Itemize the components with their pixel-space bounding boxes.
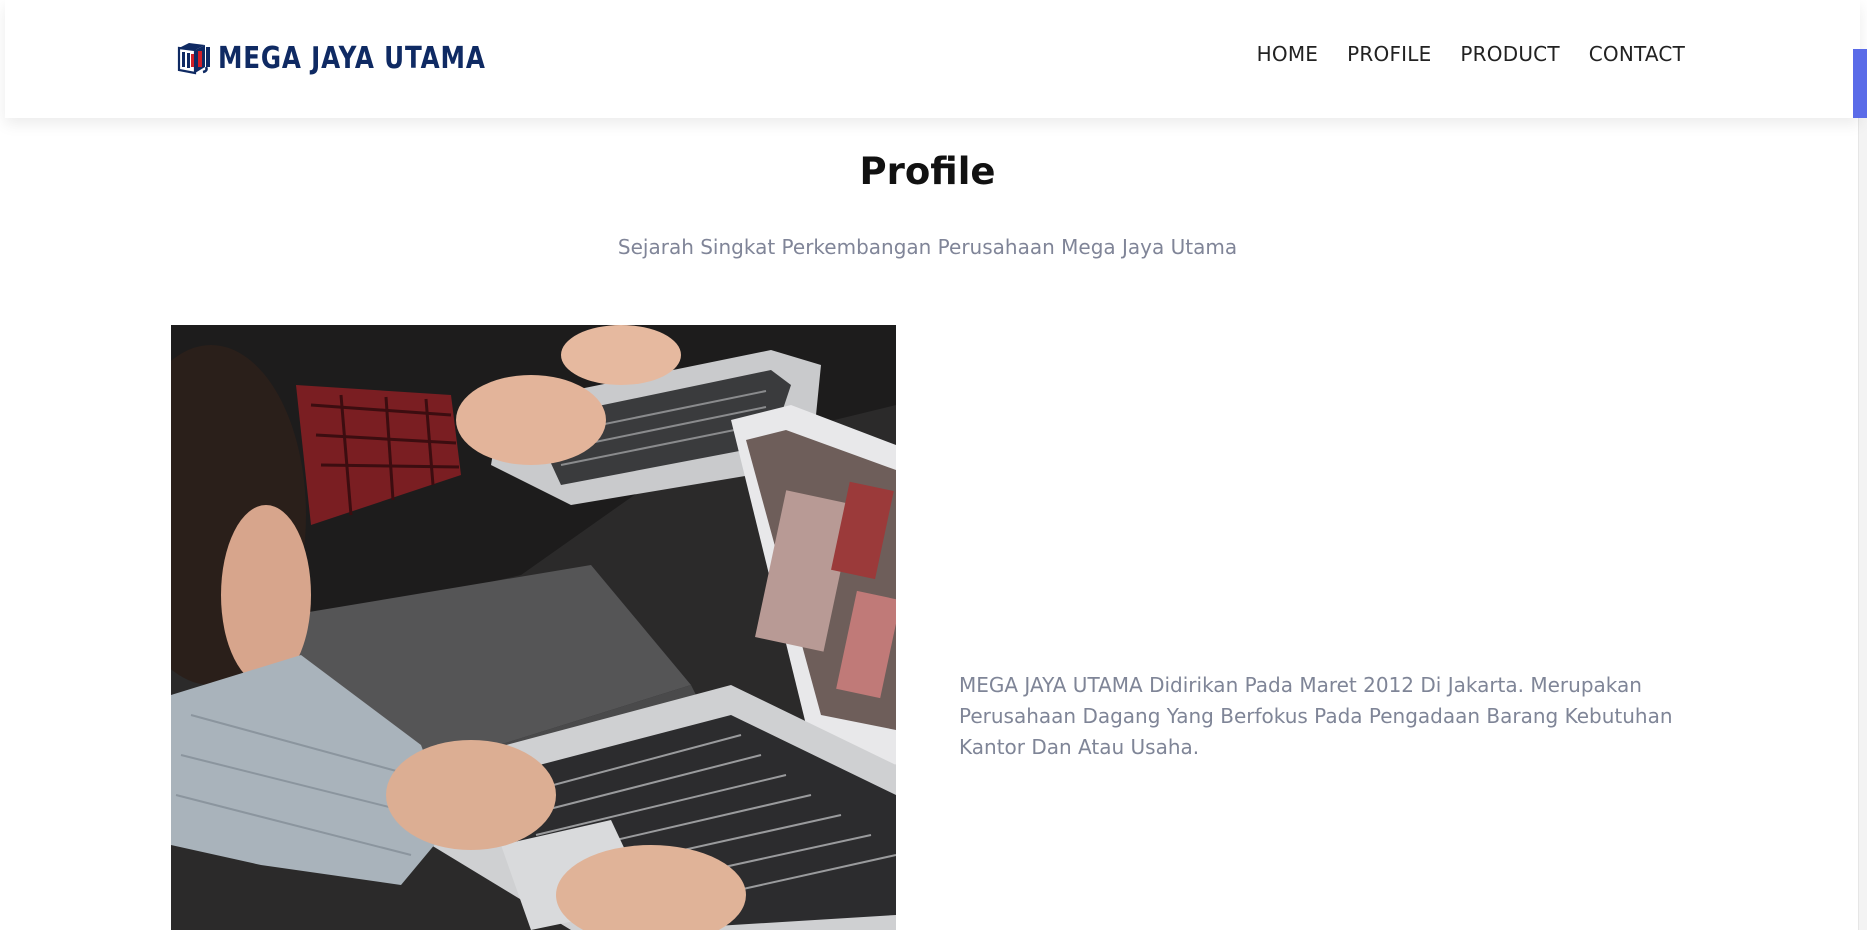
brand-name: MEGA JAYA UTAMA xyxy=(218,40,486,76)
scrollbar-track[interactable] xyxy=(1858,118,1867,930)
section-title: Profile xyxy=(859,150,996,193)
nav-home[interactable]: HOME xyxy=(1257,42,1318,66)
people-using-laptops-photo xyxy=(171,325,896,930)
mju-logo-icon xyxy=(177,43,210,75)
main-nav: HOME PROFILE PRODUCT CONTACT xyxy=(1257,42,1685,66)
navbar: MEGA JAYA UTAMA HOME PROFILE PRODUCT CON… xyxy=(5,0,1860,118)
page: MEGA JAYA UTAMA HOME PROFILE PRODUCT CON… xyxy=(0,0,1867,930)
section-subtitle: Sejarah Singkat Perkembangan Perusahaan … xyxy=(617,235,1238,259)
profile-description: MEGA JAYA UTAMA Didirikan Pada Maret 201… xyxy=(959,673,1673,759)
brand-link[interactable]: MEGA JAYA UTAMA xyxy=(175,36,544,80)
nav-profile[interactable]: PROFILE xyxy=(1347,42,1431,66)
nav-product[interactable]: PRODUCT xyxy=(1460,42,1559,66)
scrollbar-thumb[interactable] xyxy=(1853,49,1867,118)
nav-contact[interactable]: CONTACT xyxy=(1589,42,1685,66)
